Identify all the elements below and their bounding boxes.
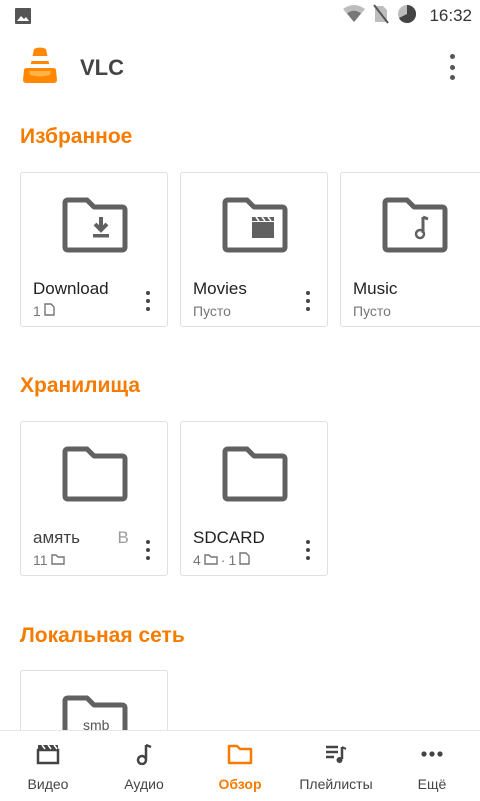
storage-card-internal[interactable]: амять В 11 [20,421,168,576]
status-bar: 16:32 [0,0,480,32]
file-icon [239,552,250,568]
music-note-icon [132,743,156,770]
nav-browse[interactable]: Обзор [192,731,288,801]
nav-audio[interactable]: Аудио [96,731,192,801]
nav-label: Обзор [218,776,262,792]
item-more-button[interactable] [305,291,311,311]
nav-label: Ещё [417,776,447,792]
folder-name: Music [353,279,398,298]
no-sim-icon [373,3,390,29]
image-icon [14,7,32,30]
overflow-menu-icon[interactable] [442,54,462,80]
folder-subtitle: Пусто [353,303,391,319]
folder-download-icon [61,197,129,258]
folder-icon [61,446,129,507]
wifi-icon [343,4,366,28]
nav-label: Видео [27,776,69,792]
folder-icon [221,446,289,507]
folder-small-icon [204,552,218,568]
nav-video[interactable]: Видео [0,731,96,801]
section-title-storages: Хранилища [20,374,141,397]
nav-label: Плейлисты [299,776,373,792]
storage-count: 11 [33,552,65,568]
section-title-favorites: Избранное [20,125,133,148]
storage-name: SDCARD [193,528,265,547]
video-clapper-icon [36,743,60,770]
file-icon [44,303,55,319]
folder-browse-icon [227,743,253,770]
folder-small-icon [50,552,65,568]
item-more-button[interactable] [305,540,311,560]
item-more-button[interactable] [145,291,151,311]
vlc-logo [20,46,60,91]
folder-music-icon [381,197,449,258]
folder-name: Download [33,279,109,298]
folder-movie-icon [221,197,289,258]
folder-card-movies[interactable]: Movies Пусто [180,172,328,327]
app-title: VLC [80,55,124,80]
folder-name: Movies [193,279,247,298]
bottom-navigation: Видео Аудио Обзор Плейлисты Ещё [0,730,480,801]
folder-card-download[interactable]: Download 1 [20,172,168,327]
battery-icon [397,4,417,29]
storage-count: 4 · 1 [193,552,250,568]
folder-subtitle: Пусто [193,303,231,319]
status-time: 16:32 [429,6,472,25]
storage-name: амять В [33,528,129,547]
more-horiz-icon [420,743,444,770]
item-more-button[interactable] [145,540,151,560]
app-bar: VLC [0,32,480,102]
folder-count: 1 [33,303,55,319]
storage-card-sdcard[interactable]: SDCARD 4 · 1 [180,421,328,576]
nav-label: Аудио [124,776,164,792]
folder-card-music[interactable]: Music Пусто [340,172,480,327]
section-title-network: Локальная сеть [20,624,185,647]
nav-playlists[interactable]: Плейлисты [288,731,384,801]
nav-more[interactable]: Ещё [384,731,480,801]
playlist-icon [324,743,348,770]
